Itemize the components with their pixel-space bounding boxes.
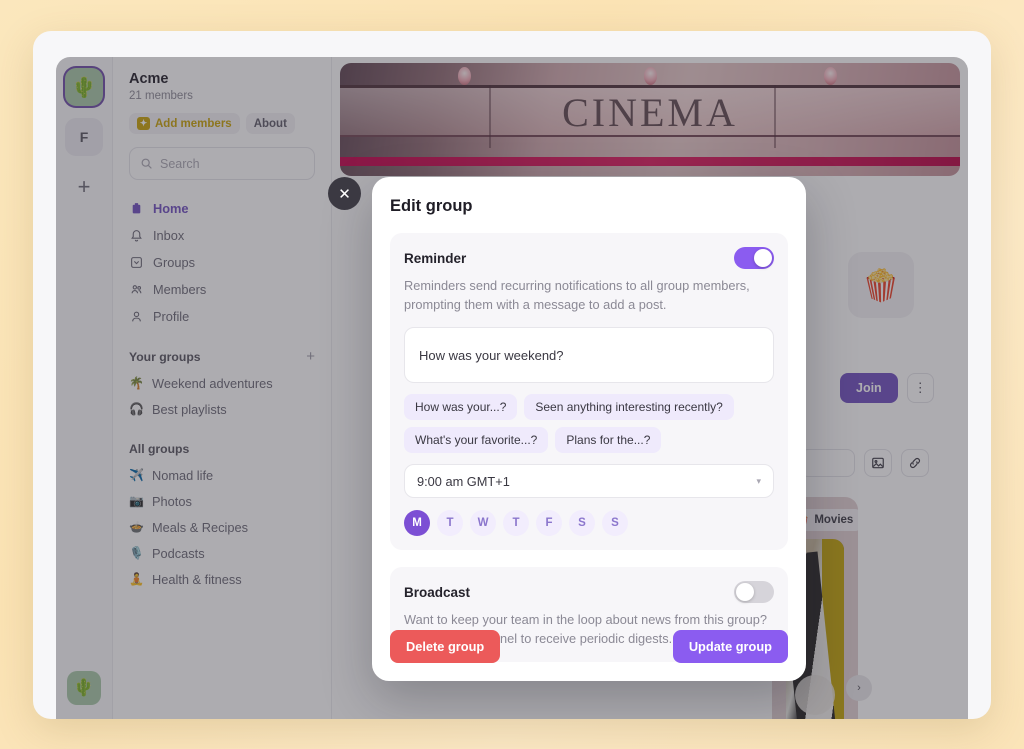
delete-group-button[interactable]: Delete group <box>390 630 501 663</box>
app-viewport: 🌵 F + 🌵 Acme 21 members ✦ Add members Ab… <box>56 57 968 719</box>
day-toggle-tuesday[interactable]: T <box>437 510 463 537</box>
reminder-message-value: How was your weekend? <box>419 347 564 363</box>
dialog-footer: Delete group Update group <box>390 630 788 663</box>
reminder-description: Reminders send recurring notifications t… <box>404 278 750 312</box>
reminder-toggle[interactable] <box>734 247 774 269</box>
close-icon: ✕ <box>338 185 351 203</box>
day-toggle-monday[interactable]: M <box>404 510 430 537</box>
suggestion-chip[interactable]: Plans for the...? <box>555 427 662 454</box>
dialog-title: Edit group <box>390 197 473 215</box>
close-modal-button[interactable]: ✕ <box>328 177 361 210</box>
day-toggle-sunday[interactable]: S <box>602 510 628 537</box>
toggle-knob <box>754 249 772 267</box>
broadcast-toggle[interactable] <box>734 581 774 604</box>
broadcast-header: Broadcast <box>404 581 774 604</box>
update-group-button[interactable]: Update group <box>672 630 788 663</box>
chevron-down-icon: ▾ <box>756 475 761 486</box>
reminder-suggestions: How was your...? Seen anything interesti… <box>404 394 774 454</box>
suggestion-chip[interactable]: What's your favorite...? <box>404 427 549 454</box>
reminder-section: Reminder Reminders send recurring notifi… <box>390 233 788 551</box>
day-toggle-saturday[interactable]: S <box>569 510 595 537</box>
suggestion-chip[interactable]: Seen anything interesting recently? <box>524 394 734 421</box>
toggle-knob <box>736 583 754 602</box>
broadcast-title: Broadcast <box>404 584 471 600</box>
reminder-message-input[interactable]: How was your weekend? <box>404 327 774 384</box>
day-toggle-thursday[interactable]: T <box>503 510 529 537</box>
app-window: 🌵 F + 🌵 Acme 21 members ✦ Add members Ab… <box>33 31 991 719</box>
reminder-header: Reminder <box>404 247 774 269</box>
reminder-time-select[interactable]: 9:00 am GMT+1 ▾ <box>404 464 774 499</box>
reminder-title: Reminder <box>404 250 467 266</box>
day-toggle-wednesday[interactable]: W <box>470 510 496 537</box>
reminder-time-value: 9:00 am GMT+1 <box>417 473 510 489</box>
day-toggle-friday[interactable]: F <box>536 510 562 537</box>
edit-group-dialog: Edit group Reminder Reminders send recur… <box>372 177 806 681</box>
reminder-day-picker: M T W T F S S <box>404 510 774 537</box>
suggestion-chip[interactable]: How was your...? <box>404 394 518 421</box>
